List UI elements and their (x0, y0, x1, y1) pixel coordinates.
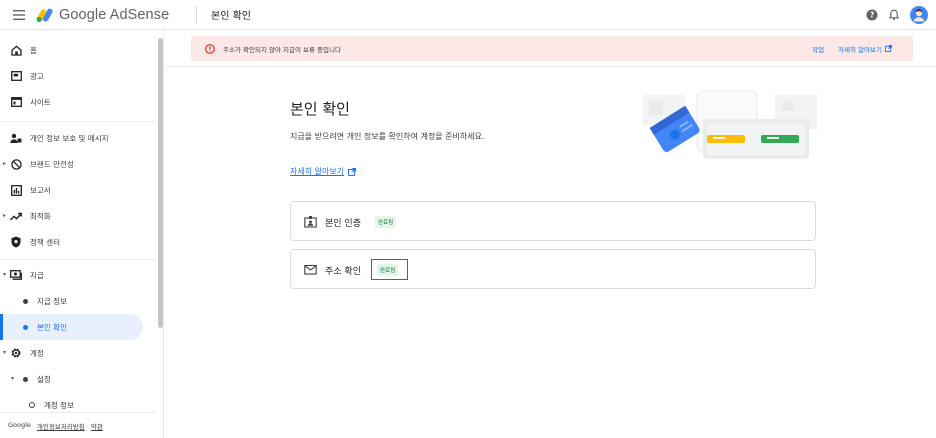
top-app-bar: Google AdSense 본인 확인 ? (0, 0, 936, 30)
content-divider (165, 66, 936, 67)
sidebar-item-label: 홈 (30, 45, 37, 55)
open-in-new-icon (348, 167, 357, 176)
sidebar-item-label: 설정 (37, 374, 51, 384)
collapse-arrow-icon[interactable]: ▾ (3, 349, 6, 356)
sidebar-item-sites[interactable]: 사이트 (0, 89, 156, 115)
footer-google: Google (8, 421, 31, 429)
ring-icon (26, 399, 38, 411)
home-icon (10, 44, 22, 56)
dot-icon (19, 373, 31, 385)
verification-illustration (643, 90, 817, 159)
alert-learn-more-label: 자세히 알아보기 (838, 45, 882, 54)
payments-icon (10, 269, 22, 281)
sidebar-item-payments[interactable]: ▾ 지급 (0, 262, 156, 288)
identity-verification-card[interactable]: 본인 인증 완료됨 (290, 201, 816, 241)
sidebar-item-account[interactable]: ▾ 계정 (0, 340, 156, 366)
sidebar-item-label: 정책 센터 (30, 237, 60, 247)
adsense-logo-icon (36, 8, 53, 22)
collapse-arrow-icon[interactable]: ▾ (3, 271, 6, 278)
page-title: 본인 확인 (290, 100, 350, 118)
sidebar-item-optimization[interactable]: ▸ 최적화 (0, 203, 156, 229)
terms-link[interactable]: 약관 (91, 421, 103, 431)
ads-icon (10, 70, 22, 82)
adsense-logo[interactable]: Google AdSense (34, 0, 176, 30)
address-verification-label: 주소 확인 (325, 267, 361, 277)
topbar-actions: ? (866, 0, 928, 30)
page-description: 지급을 받으려면 개인 정보를 확인하여 계정을 준비하세요. (290, 132, 485, 141)
sidebar-divider (0, 412, 156, 413)
sidebar-item-label: 광고 (30, 71, 44, 81)
sidebar-item-label: 지급 정보 (37, 296, 67, 306)
privacy-policy-link[interactable]: 개인정보처리방침 (37, 421, 85, 431)
alert-action-link[interactable]: 작업 (812, 44, 824, 54)
status-badge: 완료됨 (375, 216, 397, 228)
sidebar-item-label: 브랜드 안전성 (30, 159, 74, 169)
payment-hold-alert: 주소가 확인되지 않아 지급이 보류 중입니다 작업 자세히 알아보기 (191, 36, 913, 61)
badge-id-icon (304, 216, 317, 228)
alert-actions: 작업 자세히 알아보기 (812, 36, 892, 61)
sidebar-item-label: 보고서 (30, 185, 51, 195)
sidebar-item-brand-safety[interactable]: ▸ 브랜드 안전성 (0, 151, 156, 177)
policy-shield-icon (10, 236, 22, 248)
brand-name: Google AdSense (59, 6, 170, 23)
sidebar-item-label: 최적화 (30, 211, 51, 221)
expand-arrow-icon[interactable]: ▸ (3, 212, 6, 219)
block-icon (10, 158, 22, 170)
topbar-divider (196, 5, 197, 24)
sidebar-scrollbar[interactable] (158, 38, 163, 328)
collapse-arrow-icon[interactable]: ▾ (11, 375, 14, 382)
sidebar-item-policy-center[interactable]: 정책 센터 (0, 229, 156, 255)
sidebar-item-reports[interactable]: 보고서 (0, 177, 156, 203)
sidebar-item-label: 개인 정보 보호 및 메시지 (30, 133, 109, 143)
mail-icon (304, 264, 317, 275)
expand-arrow-icon[interactable]: ▸ (3, 160, 6, 167)
address-verification-card[interactable]: 주소 확인 완료됨 (290, 249, 816, 289)
page-heading: 본인 확인 (211, 11, 251, 22)
settings-gear-icon (10, 347, 22, 359)
sidebar-item-home[interactable]: 홈 (0, 37, 156, 63)
dot-icon (19, 321, 31, 333)
sidebar-divider (0, 259, 156, 260)
privacy-messaging-icon (10, 132, 22, 144)
sidebar-item-label: 사이트 (30, 97, 51, 107)
identity-verification-label: 본인 인증 (325, 219, 361, 229)
hamburger-menu-icon[interactable] (4, 0, 34, 30)
sidebar-item-settings[interactable]: ▾ 설정 (0, 366, 156, 392)
sites-icon (10, 96, 22, 108)
dot-icon (19, 295, 31, 307)
learn-more-link[interactable]: 자세히 알아보기 (290, 166, 357, 177)
error-icon (205, 43, 215, 54)
sidebar-item-ads[interactable]: 광고 (0, 63, 156, 89)
sidebar-divider (0, 121, 156, 122)
svg-text:?: ? (870, 11, 874, 20)
open-in-new-icon (885, 45, 892, 52)
alert-message: 주소가 확인되지 않아 지급이 보류 중입니다 (223, 45, 341, 54)
help-icon[interactable]: ? (866, 9, 878, 21)
sidebar-item-account-info[interactable]: 계정 정보 (0, 392, 156, 418)
sidebar-item-label: 계정 정보 (44, 400, 74, 410)
trending-up-icon (10, 210, 22, 222)
notifications-bell-icon[interactable] (888, 9, 900, 21)
account-avatar[interactable] (910, 6, 928, 24)
sidebar-item-label: 지급 (30, 270, 44, 280)
reports-icon (10, 184, 22, 196)
status-badge: 완료됨 (377, 264, 399, 276)
sidebar-item-privacy-messaging[interactable]: 개인 정보 보호 및 메시지 (0, 125, 156, 151)
sidebar-item-label: 본인 확인 (37, 322, 67, 332)
sidebar-footer: Google 개인정보처리방침 약관 (8, 421, 103, 431)
active-indicator (0, 314, 3, 340)
sidebar: 홈 광고 사이트 개인 정보 보호 및 메시지 ▸ 브랜드 안전성 보고서 ▸ … (0, 30, 164, 438)
sidebar-item-verification[interactable]: 본인 확인 (0, 314, 143, 340)
sidebar-item-label: 계정 (30, 348, 44, 358)
learn-more-label: 자세히 알아보기 (290, 167, 345, 176)
alert-learn-more-link[interactable]: 자세히 알아보기 (838, 44, 892, 54)
sidebar-item-payment-info[interactable]: 지급 정보 (0, 288, 156, 314)
